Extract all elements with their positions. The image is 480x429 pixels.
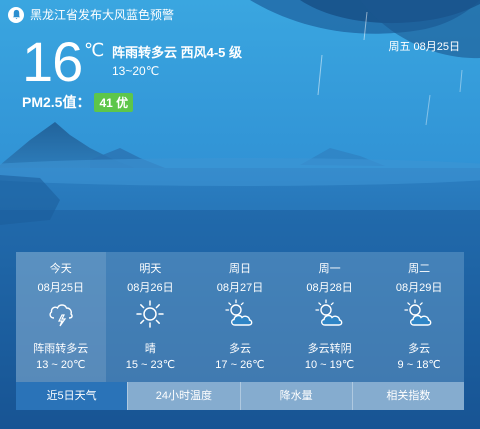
thunder-shower-icon xyxy=(49,304,73,327)
tab-5day-forecast[interactable]: 近5日天气 xyxy=(16,382,128,410)
forecast-day-4[interactable]: 周一 08月28日 多云转阴 10 ~ 19℃ xyxy=(285,252,375,382)
day-name: 周日 xyxy=(228,263,251,275)
partly-cloudy-icon xyxy=(225,299,253,326)
day-name: 周一 xyxy=(318,263,341,275)
forecast-day-today[interactable]: 今天 08月25日 阵雨转多云 13 ~ 20℃ xyxy=(16,252,106,382)
tab-24h-temperature[interactable]: 24小时温度 xyxy=(127,382,240,410)
day-range: 9 ~ 18℃ xyxy=(397,359,441,371)
day-range: 15 ~ 23℃ xyxy=(125,359,176,371)
day-desc: 多云 xyxy=(408,343,431,355)
day-name: 周二 xyxy=(408,263,431,275)
alert-text: 黑龙江省发布大风蓝色预警 xyxy=(30,8,175,22)
current-condition: 阵雨转多云 西风4-5 级 xyxy=(112,45,243,60)
day-range: 17 ~ 26℃ xyxy=(215,359,265,371)
forecast-tabs: 近5日天气 24小时温度 降水量 相关指数 xyxy=(16,382,464,410)
forecast-day-tomorrow[interactable]: 明天 08月26日 晴 15 ~ 23℃ xyxy=(106,252,196,382)
current-range: 13~20℃ xyxy=(112,64,160,78)
tab-related-indices[interactable]: 相关指数 xyxy=(351,382,464,410)
day-name: 明天 xyxy=(139,263,162,275)
day-date: 08月29日 xyxy=(395,282,443,294)
day-date: 08月28日 xyxy=(306,282,353,294)
warning-alert[interactable]: 黑龙江省发布大风蓝色预警 xyxy=(8,6,174,23)
alert-bell-icon xyxy=(8,6,24,23)
tab-precipitation[interactable]: 降水量 xyxy=(239,382,352,410)
current-date: 周五 08月25日 xyxy=(388,41,460,53)
sun-icon xyxy=(136,300,165,328)
day-desc: 多云 xyxy=(228,343,251,355)
forecast-days: 今天 08月25日 阵雨转多云 13 ~ 20℃ 明天 08月26日 晴 15 … xyxy=(16,252,464,382)
forecast-day-5[interactable]: 周二 08月29日 多云 9 ~ 18℃ xyxy=(374,252,464,382)
day-desc: 晴 xyxy=(144,343,156,355)
day-date: 08月27日 xyxy=(216,282,264,294)
day-desc: 多云转阴 xyxy=(307,343,352,355)
forecast-day-3[interactable]: 周日 08月27日 多云 17 ~ 26℃ xyxy=(195,252,285,382)
day-range: 13 ~ 20℃ xyxy=(36,359,86,371)
day-date: 08月26日 xyxy=(127,282,174,294)
pm25-indicator: PM2.5值： 41 优 xyxy=(22,92,134,112)
weather-widget: 黑龙江省发布大风蓝色预警 周五 08月25日 16 ℃ 阵雨转多云 西风4-5 … xyxy=(0,0,480,429)
current-temperature: 16 xyxy=(22,30,83,93)
day-range: 10 ~ 19℃ xyxy=(304,359,355,371)
forecast-panel: 今天 08月25日 阵雨转多云 13 ~ 20℃ 明天 08月26日 晴 15 … xyxy=(16,252,464,410)
pm25-badge: 41 优 xyxy=(94,92,134,112)
pm25-label: PM2.5值： xyxy=(22,94,91,110)
day-date: 08月25日 xyxy=(37,282,85,294)
partly-cloudy-icon xyxy=(404,299,432,326)
partly-cloudy-icon xyxy=(314,299,342,326)
day-name: 今天 xyxy=(49,263,72,275)
day-desc: 阵雨转多云 xyxy=(33,343,89,355)
temperature-unit: ℃ xyxy=(84,40,105,60)
